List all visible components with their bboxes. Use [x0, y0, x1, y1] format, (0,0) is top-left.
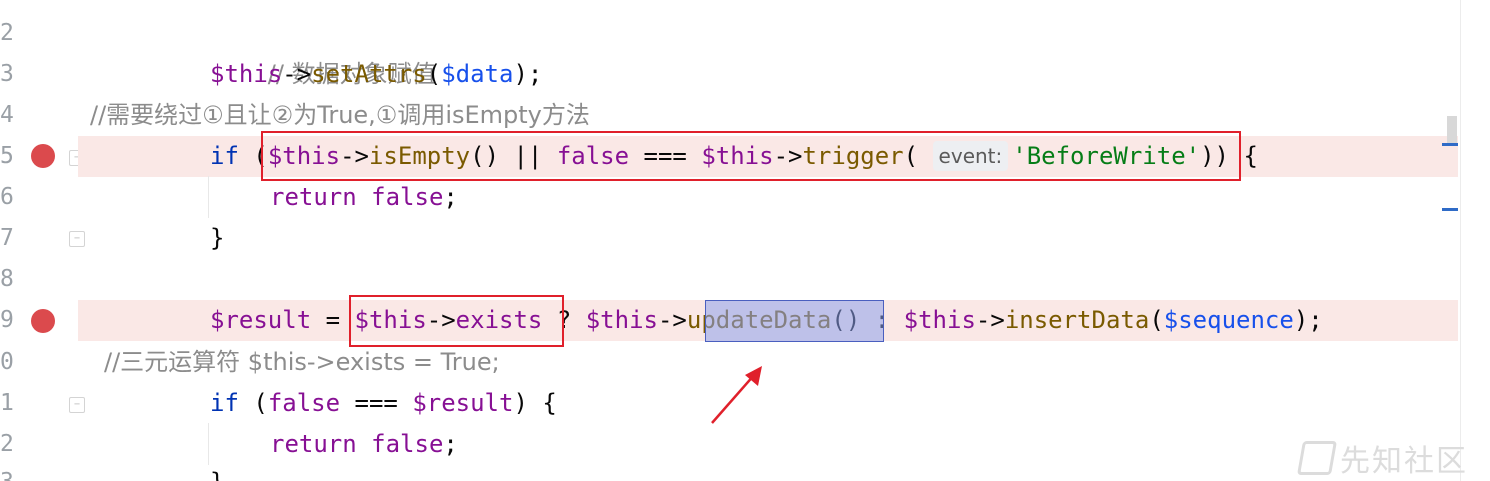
scroll-marker[interactable] — [1442, 208, 1458, 211]
line-number: 6 — [0, 184, 14, 210]
paren: () — [831, 306, 861, 334]
keyword-false: false — [371, 183, 444, 211]
this-var: $this — [903, 306, 976, 334]
method-name: insertData — [1004, 306, 1150, 334]
line-number: 4 — [0, 102, 14, 128]
code-line[interactable]: //三元运算符 $this->exists = True; — [104, 342, 1458, 383]
code-line[interactable]: return false; — [78, 177, 1458, 218]
parameter-hint: event: — [932, 141, 1009, 171]
paren: ( — [238, 389, 268, 417]
string-literal: 'BeforeWrite' — [1012, 142, 1201, 170]
code-line[interactable]: //需要绕过①且让②为True,①调用isEmpty方法 — [90, 95, 1458, 136]
indent-guide — [208, 423, 209, 465]
keyword-return: return — [270, 430, 357, 458]
breakpoint-icon[interactable] — [31, 144, 55, 168]
code-editor[interactable]: 2 // 数据对象赋值 3 $this->setAttrs($data); 4 … — [0, 0, 1490, 481]
keyword-false: false — [267, 389, 341, 417]
keyword-if: if — [210, 142, 239, 170]
arrow-op: -> — [773, 142, 803, 170]
code-line[interactable]: return false; — [78, 424, 1458, 465]
watermark: 先知社区 — [1297, 436, 1468, 480]
watermark-logo-icon — [1297, 441, 1337, 475]
keyword-return: return — [270, 183, 357, 211]
annotation-arrow-icon — [711, 366, 762, 424]
this-var: $this — [267, 142, 341, 170]
operator: = — [311, 306, 355, 334]
arrow-op: -> — [975, 306, 1005, 334]
paren: ( — [426, 60, 442, 88]
arrow-op: -> — [340, 142, 369, 170]
line-number: 1 — [0, 390, 14, 416]
breakpoint-icon[interactable] — [31, 309, 55, 333]
arrow-op: -> — [282, 60, 312, 88]
brace: } — [210, 468, 224, 481]
line-number: 3 — [0, 61, 14, 87]
code-line-breakpoint[interactable]: if ($this->isEmpty() || false === $this-… — [78, 136, 1458, 177]
operator: === — [629, 142, 702, 170]
result-var: $result — [412, 389, 514, 417]
line-number: 0 — [0, 349, 14, 375]
line-number: 2 — [0, 431, 14, 457]
this-var: $this — [354, 306, 427, 334]
arrow-op: -> — [426, 306, 456, 334]
code-line[interactable]: } — [78, 218, 1458, 259]
vertical-scrollbar[interactable] — [1460, 0, 1490, 481]
scrollbar-thumb[interactable] — [1447, 116, 1457, 146]
paren: ( — [238, 142, 268, 170]
method-name: updateData — [686, 306, 832, 334]
line-number: 2 — [0, 20, 14, 46]
indent-guide — [208, 176, 209, 218]
code-line[interactable]: $this->setAttrs($data); — [78, 54, 1458, 95]
paren: )) { — [1200, 142, 1258, 170]
line-number: 3 — [0, 462, 18, 481]
annotation-comment: //三元运算符 $this->exists = True; — [104, 348, 500, 376]
method-name: isEmpty — [368, 142, 471, 170]
method-name: setAttrs — [311, 60, 427, 88]
method-name: trigger — [802, 142, 904, 170]
annotation-comment: //需要绕过①且让②为True,①调用isEmpty方法 — [90, 101, 590, 129]
brace: } — [210, 224, 225, 252]
semicolon: ; — [443, 183, 458, 211]
this-var: $this — [585, 306, 658, 334]
line-number: 7 — [0, 225, 14, 251]
argument: $data — [441, 60, 514, 88]
line-number: 8 — [0, 266, 14, 292]
line-number: 9 — [0, 307, 14, 333]
result-var: $result — [210, 306, 312, 334]
code-line[interactable]: // 数据对象赋值 — [78, 13, 1458, 88]
keyword-if: if — [210, 389, 239, 417]
code-line[interactable]: } — [78, 462, 1458, 481]
code-line-empty[interactable] — [78, 259, 1458, 300]
paren: ); — [1293, 306, 1323, 334]
paren: ); — [513, 60, 543, 88]
keyword-false: false — [371, 430, 444, 458]
argument: $sequence — [1163, 306, 1294, 334]
this-var: $this — [210, 60, 283, 88]
scroll-marker[interactable] — [1442, 143, 1458, 146]
paren: ) { — [513, 389, 557, 417]
property-name: exists — [455, 306, 543, 334]
semicolon: ; — [443, 430, 458, 458]
keyword-false: false — [556, 142, 630, 170]
operator: === — [340, 389, 413, 417]
this-var: $this — [701, 142, 774, 170]
arrow-op: -> — [657, 306, 687, 334]
operator: ? — [542, 306, 586, 334]
line-number: 5 — [0, 143, 14, 169]
operator: : — [860, 306, 904, 334]
paren: ( — [1149, 306, 1164, 334]
code-line-breakpoint[interactable]: $result = $this->exists ? $this->updateD… — [78, 300, 1458, 341]
operator: () || — [470, 142, 557, 170]
watermark-text: 先知社区 — [1340, 444, 1468, 479]
paren: ( — [903, 142, 933, 170]
